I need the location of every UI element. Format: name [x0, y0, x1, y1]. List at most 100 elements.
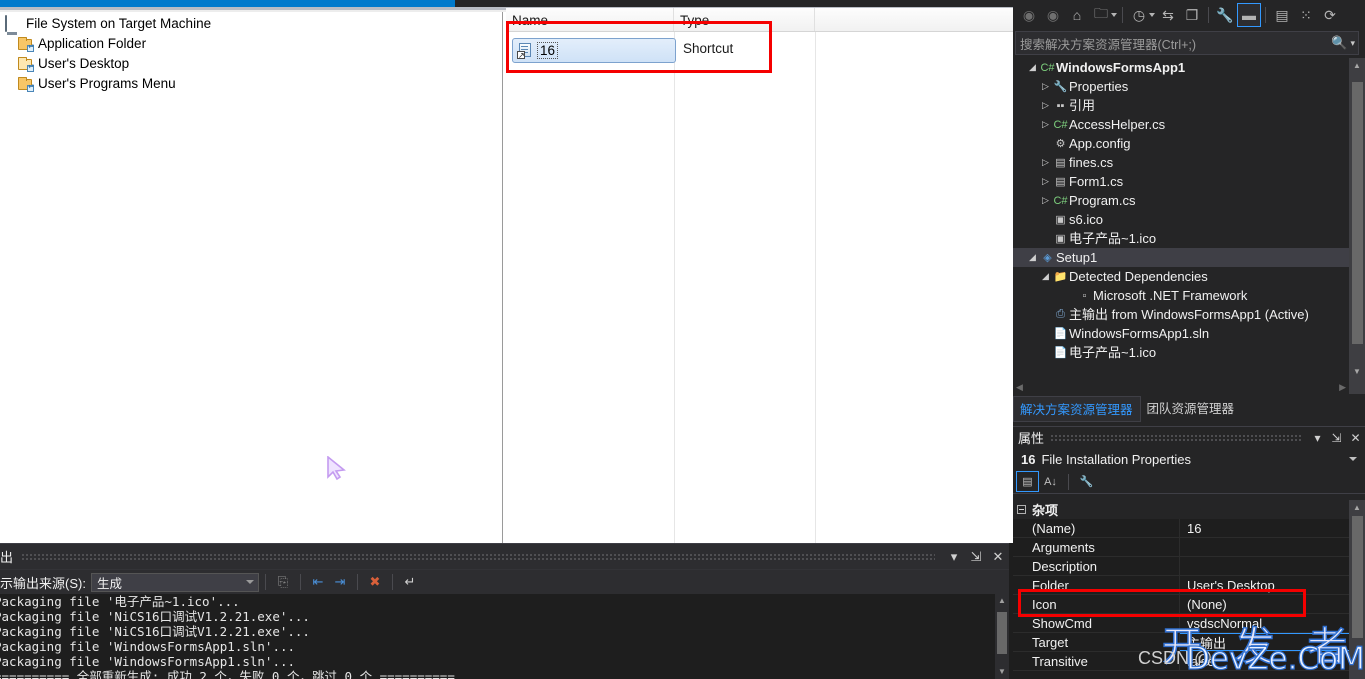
pin-icon[interactable]: ⇲: [1327, 428, 1346, 447]
solution-explorer-tree[interactable]: ◢ C# WindowsFormsApp1 ▷ 🔧 Properties ▷ ▪…: [1013, 58, 1365, 380]
expander-collapsed-icon[interactable]: ▷: [1039, 96, 1052, 115]
property-pages-icon[interactable]: 🔧: [1075, 471, 1098, 492]
file-system-tree[interactable]: File System on Target Machine Applicatio…: [0, 12, 503, 543]
expander-expanded-icon[interactable]: ◢: [1026, 248, 1039, 267]
scrollbar-thumb[interactable]: [1352, 82, 1363, 344]
scroll-down-icon[interactable]: ▼: [1349, 364, 1365, 380]
back-icon[interactable]: ◉: [1017, 3, 1041, 27]
expander-collapsed-icon[interactable]: ▷: [1039, 115, 1052, 134]
fs-tree-item-users-programs-menu[interactable]: User's Programs Menu: [0, 74, 502, 94]
property-value[interactable]: 16: [1180, 519, 1349, 537]
scroll-up-icon[interactable]: ▲: [1349, 500, 1365, 516]
tree-item-fines-cs[interactable]: ▷ ▤ fines.cs: [1013, 153, 1365, 172]
preview-selected-items-icon[interactable]: ▬: [1237, 3, 1261, 27]
file-system-list-view[interactable]: Name Type ↗ 16 Shortcut: [503, 8, 1013, 543]
solution-explorer-horizontal-scrollbar[interactable]: ◀ ▶: [1013, 380, 1349, 394]
scrollbar-thumb[interactable]: [997, 612, 1007, 654]
fs-tree-item-users-desktop[interactable]: User's Desktop: [0, 54, 502, 74]
tree-item-sln-file[interactable]: 📄 WindowsFormsApp1.sln: [1013, 324, 1365, 343]
scroll-up-icon[interactable]: ▲: [995, 594, 1009, 608]
name-edit-cell[interactable]: ↗ 16: [512, 38, 676, 63]
property-row-icon[interactable]: Icon (None): [1013, 595, 1349, 614]
properties-object-selector[interactable]: 16 File Installation Properties: [1013, 448, 1365, 470]
scroll-down-icon[interactable]: ▼: [995, 665, 1009, 679]
pending-changes-icon[interactable]: ◷: [1127, 3, 1151, 27]
properties-vertical-scrollbar[interactable]: ▲: [1349, 500, 1365, 679]
tab-solution-explorer[interactable]: 解决方案资源管理器: [1013, 396, 1141, 422]
tree-item-primary-output[interactable]: ⎙ 主输出 from WindowsFormsApp1 (Active): [1013, 305, 1365, 324]
chevron-down-icon[interactable]: [1349, 457, 1357, 461]
scroll-right-icon[interactable]: ▶: [1336, 382, 1349, 393]
view-code-icon[interactable]: ▤: [1270, 3, 1294, 27]
fs-tree-item-root[interactable]: File System on Target Machine: [0, 14, 502, 34]
collapse-icon[interactable]: [1017, 505, 1026, 514]
property-value[interactable]: [1180, 557, 1349, 575]
dropdown-icon[interactable]: ▾: [943, 546, 965, 568]
property-row-name[interactable]: (Name) 16: [1013, 519, 1349, 538]
tree-item-dianzi-ico[interactable]: ▣ 电子产品~1.ico: [1013, 229, 1365, 248]
property-value[interactable]: vsdscNormal: [1180, 614, 1349, 632]
clear-all-icon[interactable]: ✖: [364, 571, 386, 593]
scroll-left-icon[interactable]: ◀: [1013, 382, 1026, 393]
search-icon[interactable]: 🔍: [1331, 35, 1347, 51]
properties-wrench-icon[interactable]: 🔧: [1213, 3, 1237, 27]
output-text-area[interactable]: Packaging file '电子产品~1.ico'... Packaging…: [0, 594, 995, 679]
property-value[interactable]: (None): [1180, 595, 1349, 613]
property-row-arguments[interactable]: Arguments: [1013, 538, 1349, 557]
fs-tree-item-application-folder[interactable]: Application Folder: [0, 34, 502, 54]
chevron-down-icon[interactable]: ▾: [1350, 38, 1355, 49]
clear-output-icon[interactable]: ⎘: [272, 571, 294, 593]
column-header-blank[interactable]: [815, 8, 1007, 31]
scrollbar-thumb[interactable]: [1352, 516, 1363, 638]
tree-item-references[interactable]: ▷ ▪▪ 引用: [1013, 96, 1365, 115]
properties-grid[interactable]: 杂项 (Name) 16 Arguments Description Folde…: [1013, 500, 1349, 679]
column-header-name[interactable]: Name: [506, 8, 674, 31]
property-row-description[interactable]: Description: [1013, 557, 1349, 576]
tree-item-detected-dependencies[interactable]: ◢ 📁 Detected Dependencies: [1013, 267, 1365, 286]
tree-item-form1-cs[interactable]: ▷ ▤ Form1.cs: [1013, 172, 1365, 191]
tree-item-s6-ico[interactable]: ▣ s6.ico: [1013, 210, 1365, 229]
collapse-all-icon[interactable]: 🗀: [1089, 3, 1113, 27]
refresh-icon[interactable]: ⟳: [1318, 3, 1342, 27]
categorized-icon[interactable]: ▤: [1016, 471, 1039, 492]
tree-item-setup1[interactable]: ◢ ◈ Setup1: [1013, 248, 1365, 267]
tab-team-explorer[interactable]: 团队资源管理器: [1141, 396, 1242, 420]
tree-item-program-cs[interactable]: ▷ C# Program.cs: [1013, 191, 1365, 210]
expander-collapsed-icon[interactable]: ▷: [1039, 191, 1052, 210]
alphabetical-icon[interactable]: A↓: [1039, 471, 1062, 492]
tree-item-app-config[interactable]: ⚙ App.config: [1013, 134, 1365, 153]
property-row-target[interactable]: Target 主输出: [1013, 633, 1349, 652]
pin-icon[interactable]: ⇲: [965, 546, 987, 568]
home-icon[interactable]: ⌂: [1065, 3, 1089, 27]
expander-collapsed-icon[interactable]: ▷: [1039, 172, 1052, 191]
expander-expanded-icon[interactable]: ◢: [1026, 58, 1039, 77]
property-row-transitive[interactable]: Transitive false: [1013, 652, 1349, 671]
tree-item-properties[interactable]: ▷ 🔧 Properties: [1013, 77, 1365, 96]
close-icon[interactable]: ✕: [1346, 428, 1365, 447]
dropdown-icon[interactable]: ▾: [1308, 428, 1327, 447]
column-header-type[interactable]: Type: [674, 8, 815, 31]
tree-item-windowsformsapp1[interactable]: ◢ C# WindowsFormsApp1: [1013, 58, 1365, 77]
expander-collapsed-icon[interactable]: ▷: [1039, 77, 1052, 96]
sync-with-active-document-icon[interactable]: ⇆: [1156, 3, 1180, 27]
property-row-showcmd[interactable]: ShowCmd vsdscNormal: [1013, 614, 1349, 633]
property-category-header[interactable]: 杂项: [1013, 500, 1349, 519]
property-value[interactable]: User's Desktop: [1180, 576, 1349, 594]
search-input[interactable]: 搜索解决方案资源管理器(Ctrl+;) 🔍 ▾: [1015, 31, 1359, 55]
add-new-item-icon[interactable]: ⁙: [1294, 3, 1318, 27]
property-value[interactable]: [1180, 538, 1349, 556]
tree-item-accesshelper-cs[interactable]: ▷ C# AccessHelper.cs: [1013, 115, 1365, 134]
property-value[interactable]: 主输出: [1180, 633, 1349, 651]
tree-item-microsoft-net-framework[interactable]: ▫ Microsoft .NET Framework: [1013, 286, 1365, 305]
property-row-folder[interactable]: Folder User's Desktop: [1013, 576, 1349, 595]
go-to-next-icon[interactable]: ⇥: [329, 571, 351, 593]
output-source-select[interactable]: 生成: [90, 572, 259, 592]
forward-icon[interactable]: ◉: [1041, 3, 1065, 27]
output-vertical-scrollbar[interactable]: ▲ ▼: [995, 594, 1009, 679]
expander-expanded-icon[interactable]: ◢: [1039, 267, 1052, 286]
expander-collapsed-icon[interactable]: ▷: [1039, 153, 1052, 172]
property-value[interactable]: false: [1180, 652, 1349, 670]
word-wrap-icon[interactable]: ↵: [399, 571, 421, 593]
show-all-files-icon[interactable]: ❐: [1180, 3, 1204, 27]
tree-item-dianzi-ico-setup[interactable]: 📄 电子产品~1.ico: [1013, 343, 1365, 362]
